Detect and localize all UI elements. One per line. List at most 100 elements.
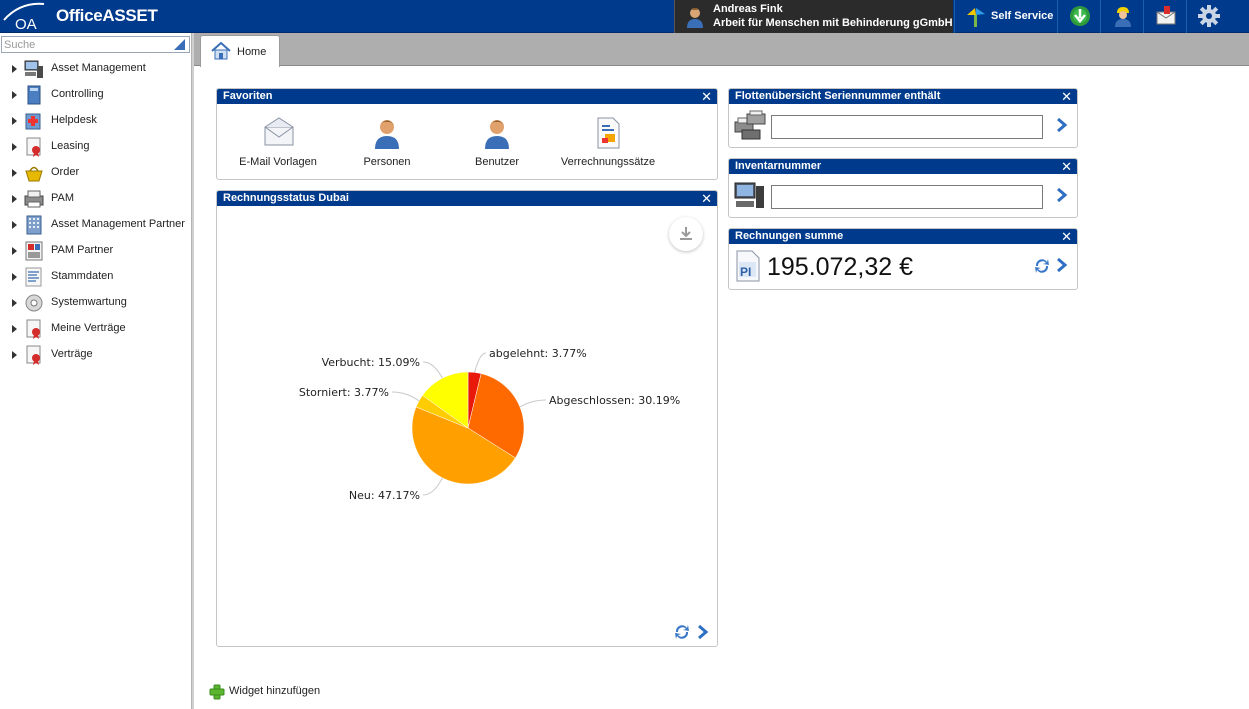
search-input[interactable] [4,38,164,51]
list-icon [25,267,42,287]
pie-connector [519,399,547,408]
tab-label: Home [237,46,267,58]
serial-number-input[interactable] [771,115,1043,139]
download-icon [1070,6,1090,26]
user-icon [485,120,509,149]
printer-icon [24,190,44,208]
sidebar-item-stammdaten[interactable]: Stammdaten [0,264,192,290]
settings-button[interactable] [1186,0,1249,33]
chevron-right-icon[interactable] [697,625,709,639]
close-icon[interactable]: ✕ [701,89,712,104]
user-avatar-icon [687,8,703,28]
sidebar-resize-handle[interactable] [192,33,194,709]
support-button[interactable] [1100,0,1143,33]
chevron-right-icon[interactable] [1056,258,1068,272]
favorite-email-templates[interactable]: E-Mail Vorlagen [223,111,333,171]
inventory-number-widget: Inventarnummer ✕ [728,158,1078,218]
tab-strip: Home [194,33,1249,67]
serial-number-widget: Flottenübersicht Seriennummer enthält ✕ [728,88,1078,148]
close-icon[interactable]: ✕ [701,191,712,206]
leasing-icon [26,137,41,157]
sidebar-item-meine-vertraege[interactable]: Meine Verträge [0,316,192,342]
chevron-right-icon[interactable] [1056,118,1068,132]
pie-label: abgelehnt: 3.77% [489,347,587,360]
chart-export-button[interactable] [669,217,703,251]
tab-home[interactable]: Home [200,35,280,67]
expand-arrow-icon[interactable] [12,65,17,73]
invoice-status-chart-widget: Rechnungsstatus Dubai ✕ abgelehnt: 3.77%… [216,190,718,647]
expand-arrow-icon[interactable] [12,299,17,307]
mail-button[interactable] [1143,0,1186,33]
expand-arrow-icon[interactable] [12,117,17,125]
favorite-persons[interactable]: Personen [332,111,442,171]
refresh-icon[interactable] [674,624,690,640]
user-organization: Arbeit für Menschen mit Behinderung gGmb… [713,17,953,29]
sidebar-item-label: Systemwartung [51,296,127,308]
expand-arrow-icon[interactable] [12,169,17,177]
sidebar-item-label: Verträge [51,348,93,360]
inventory-number-input[interactable] [771,185,1043,209]
wrench-icon [25,294,43,312]
sidebar-item-pam[interactable]: PAM [0,186,192,212]
gear-icon [1198,5,1220,27]
expand-arrow-icon[interactable] [12,351,17,359]
user-box[interactable]: Andreas Fink Arbeit für Menschen mit Beh… [674,0,953,33]
sidebar-item-label: PAM [51,192,75,204]
expand-arrow-icon[interactable] [12,195,17,203]
favorite-billing-rates[interactable]: Verrechnungssätze [553,111,663,171]
app-logo[interactable]: OA [0,0,48,33]
basket-icon [25,166,43,182]
sidebar-item-pam-partner[interactable]: PAM Partner [0,238,192,264]
search-box[interactable] [1,36,190,53]
expand-arrow-icon[interactable] [12,221,17,229]
widget-title: Inventarnummer [735,160,822,172]
favorite-users[interactable]: Benutzer [442,111,552,171]
sidebar-item-systemwartung[interactable]: Systemwartung [0,290,192,316]
sidebar-item-asset-management-partner[interactable]: Asset Management Partner [0,212,192,238]
chevron-right-icon[interactable] [1056,188,1068,202]
computer-icon [24,60,43,78]
helpdesk-icon [25,113,41,130]
search-icon[interactable] [173,38,186,51]
top-bar: OA OfficeASSET Andreas Fink Arbeit für M… [0,0,1249,33]
self-service-button[interactable]: Self Service [954,0,1057,33]
favorite-label: Verrechnungssätze [560,156,656,168]
sidebar-item-label: Stammdaten [51,270,114,282]
favorite-label: E-Mail Vorlagen [239,156,317,168]
sidebar-item-label: Meine Verträge [51,322,126,334]
widget-title: Rechnungen summe [735,230,844,242]
computer-icon [734,182,764,208]
sidebar-item-vertraege[interactable]: Verträge [0,342,192,368]
sidebar-item-helpdesk[interactable]: Helpdesk [0,108,192,134]
expand-arrow-icon[interactable] [12,91,17,99]
expand-arrow-icon[interactable] [12,273,17,281]
logo-text: OA [15,16,37,33]
sidebar-item-leasing[interactable]: Leasing [0,134,192,160]
widget-header: Favoriten ✕ [217,89,717,104]
sidebar-item-label: Asset Management [51,62,146,74]
widget-title: Favoriten [223,90,273,102]
download-button[interactable] [1057,0,1100,33]
favorite-label: Personen [363,156,411,168]
envelope-icon [264,117,294,146]
expand-arrow-icon[interactable] [12,143,17,151]
expand-arrow-icon[interactable] [12,247,17,255]
svg-text:PI: PI [740,265,751,279]
sidebar-item-order[interactable]: Order [0,160,192,186]
expand-arrow-icon[interactable] [12,325,17,333]
contract-icon [26,345,41,365]
pie-connector [391,391,420,402]
refresh-icon[interactable] [1034,258,1050,274]
self-service-icon [967,8,985,27]
close-icon[interactable]: ✕ [1061,229,1072,244]
widget-title: Rechnungsstatus Dubai [223,192,349,204]
close-icon[interactable]: ✕ [1061,159,1072,174]
sidebar-item-asset-management[interactable]: Asset Management [0,56,192,82]
close-icon[interactable]: ✕ [1061,89,1072,104]
pie-connector [422,361,443,379]
sidebar-item-label: Helpdesk [51,114,97,126]
person-icon [375,120,399,149]
pie-connector [474,352,487,373]
printers-icon [734,110,766,140]
sidebar-item-controlling[interactable]: Controlling [0,82,192,108]
